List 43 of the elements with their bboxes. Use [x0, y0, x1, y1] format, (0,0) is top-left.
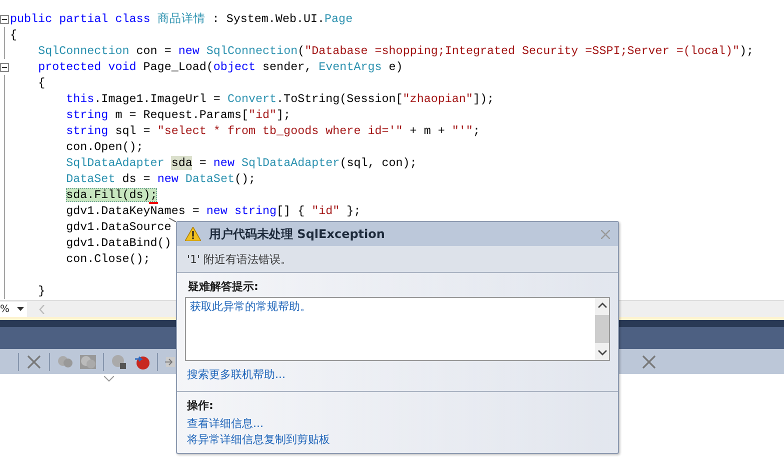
code-line: string m = Request.Params["id"];	[65, 108, 291, 122]
code-line: {	[37, 76, 46, 90]
code-line: gdv1.DataKeyNames = new string[] { "id" };	[65, 204, 361, 218]
scrollbar[interactable]	[595, 298, 609, 360]
error-marker	[149, 202, 158, 204]
code-line: gdv1.DataSource	[65, 220, 172, 234]
code-line: string sql = "select * from tb_goods where id='" + m + "'";	[65, 124, 480, 138]
search-help-link[interactable]: 搜索更多联机帮助...	[187, 367, 610, 383]
code-line: {	[10, 28, 18, 42]
code-line: SqlConnection con = new SqlConnection("Database =shopping;Integrated Security =SSPI;Server =(local)");	[37, 44, 754, 58]
code-line: }	[37, 284, 46, 298]
caret-icon	[17, 307, 24, 311]
collapse-icon[interactable]	[0, 62, 9, 72]
warning-icon	[185, 227, 201, 241]
help-link[interactable]: 获取此异常的常规帮助。	[190, 300, 591, 314]
section-heading: 疑难解答提示:	[187, 279, 260, 295]
code-line: con.Close();	[65, 252, 150, 266]
code-line: con.Open();	[65, 140, 144, 154]
collapse-icon[interactable]	[0, 14, 9, 24]
code-line: gdv1.DataBind()	[65, 236, 172, 250]
code-line: public partial class 商品详情 : System.Web.UI.Page	[10, 12, 353, 26]
zoom-combo[interactable]: %	[0, 302, 27, 316]
code-line: DataSet ds = new DataSet();	[65, 172, 256, 186]
save-sphere-icon[interactable]	[111, 354, 127, 370]
scroll-left-icon[interactable]	[39, 304, 45, 314]
code-line: this.Image1.ImageUrl = Convert.ToString(Session["zhaopian"]);	[65, 92, 494, 106]
action-link[interactable]: 查看详细信息...	[187, 416, 610, 432]
delete-icon[interactable]	[26, 354, 42, 370]
code-line: protected void Page_Load(object sender, EventArgs e)	[37, 60, 403, 74]
code-line: SqlDataAdapter sda = new SqlDataAdapter(sql, con);	[65, 156, 417, 170]
popup-title: 用户代码未处理 SqlException	[209, 226, 386, 242]
chevron-icon[interactable]	[104, 376, 114, 382]
scroll-down-icon[interactable]	[598, 350, 606, 356]
scroll-up-icon[interactable]	[598, 302, 606, 308]
close-icon[interactable]	[601, 230, 610, 238]
spheres-icon[interactable]	[57, 354, 73, 370]
close-icon[interactable]	[642, 354, 656, 368]
exception-message: '1' 附近有语法错误。	[177, 246, 618, 273]
section-heading: 操作:	[186, 398, 214, 414]
leader-line	[169, 218, 176, 222]
scroll-thumb[interactable]	[595, 315, 609, 343]
spheres-icon[interactable]	[80, 354, 96, 370]
action-link[interactable]: 将异常详细信息复制到剪贴板	[187, 432, 610, 448]
